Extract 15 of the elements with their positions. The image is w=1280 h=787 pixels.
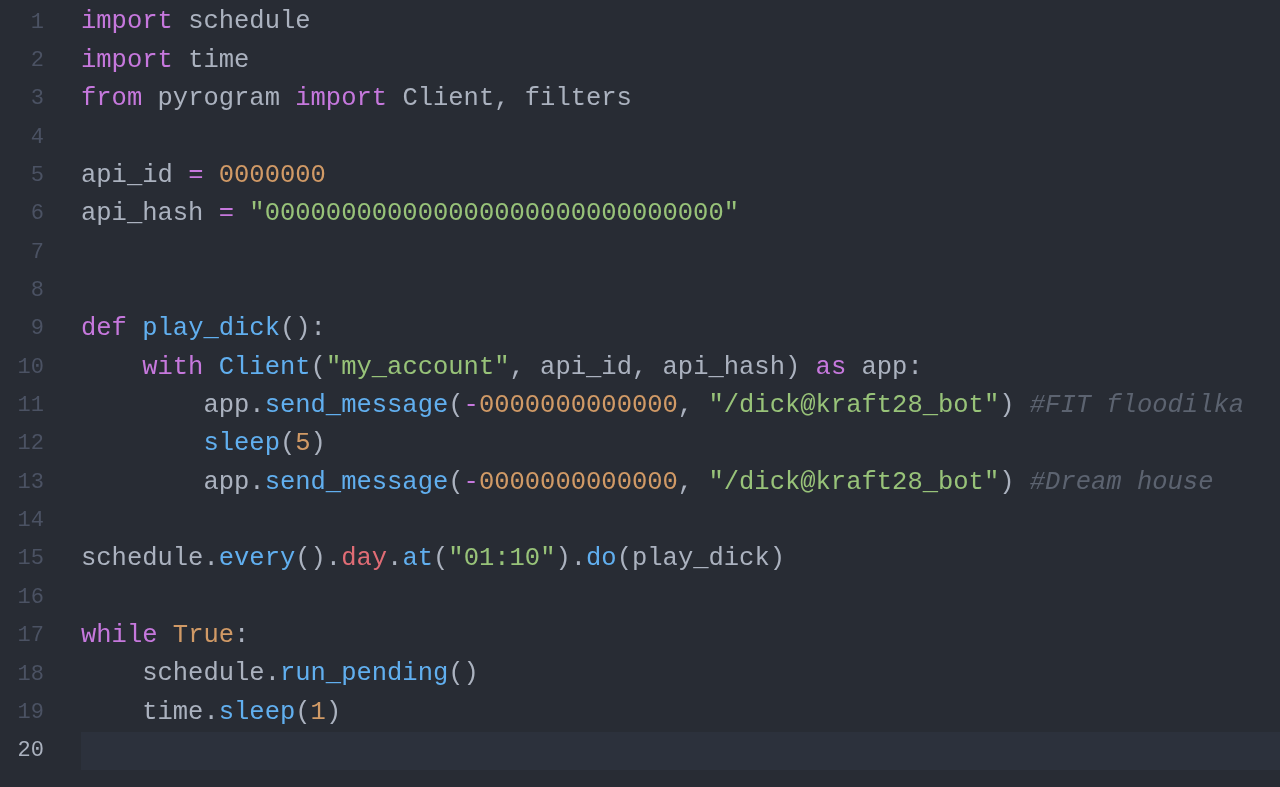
line-number: 20 [16,737,44,766]
code-line: schedule.run_pending() [141,661,479,687]
code-line: api_id = 0000000 [81,162,326,189]
code-line: app.send_message(-0000000000000, "/dick@kraft28_bot") #Dream house [202,469,1214,496]
code-line: def play_dick(): [81,316,326,342]
code-line: from pyrogram import Client, filters [81,86,632,112]
code-line: api_hash = "000000000000000000000000000000" [81,201,740,227]
code-line: sleep(5) [202,431,326,457]
code-line: import time [81,47,250,74]
code-line: time.sleep(1) [141,699,342,726]
code-line: schedule.every().day.at("01:10").do(play_dick) [81,546,785,572]
code-line: app.send_message(-0000000000000, "/dick@kraft28_bot") #FIT floodilka [202,392,1245,419]
code-line: import schedule [81,9,311,35]
code-line: with Client("my_account", api_id, api_hash) as app: [141,354,923,380]
code-line: while True: [81,622,250,649]
